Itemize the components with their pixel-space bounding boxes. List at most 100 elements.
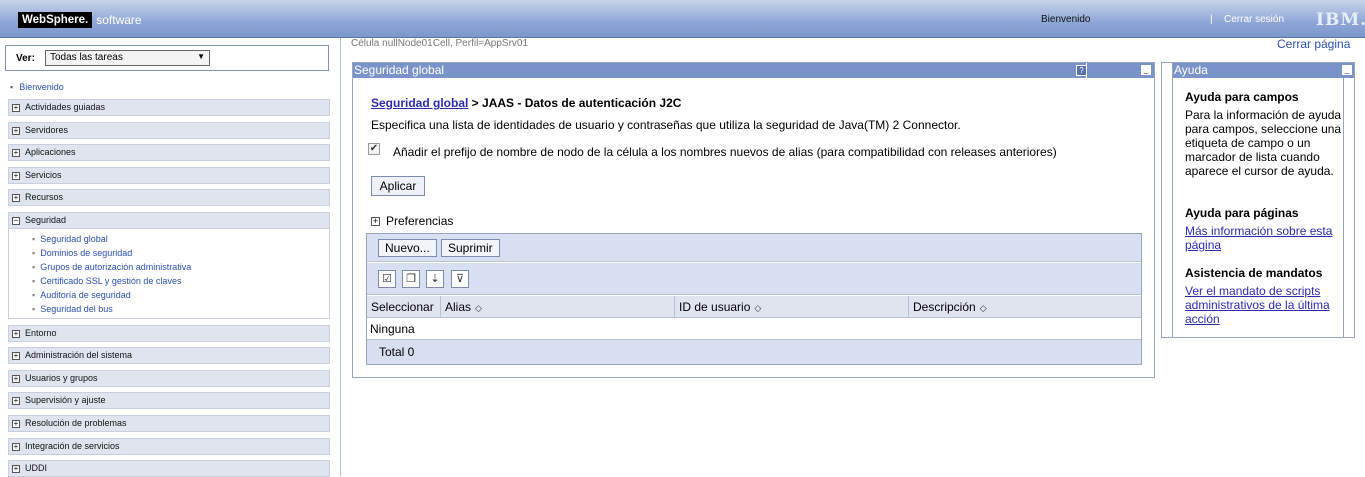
sort-icon[interactable]: ◇ xyxy=(980,303,987,313)
field-help-title: Ayuda para campos xyxy=(1185,90,1299,104)
delete-button[interactable]: Suprimir xyxy=(441,239,500,257)
nav-item-supervision[interactable]: + Supervisión y ajuste xyxy=(8,392,330,409)
command-assist-link[interactable]: Ver el mandato de scripts administrativo… xyxy=(1185,284,1353,326)
sort-icon[interactable]: ◇ xyxy=(754,303,761,313)
expand-icon: + xyxy=(12,442,20,451)
nav-item-aplicaciones[interactable]: + Aplicaciones xyxy=(8,144,330,161)
bullet-icon: ▪ xyxy=(32,234,36,244)
close-page-link[interactable]: Cerrar página xyxy=(1277,37,1350,51)
help-panel: Ayuda _ Ayuda para campos Para la inform… xyxy=(1172,62,1355,338)
expand-icon: + xyxy=(12,419,20,428)
bullet-icon: ▪ xyxy=(32,290,36,300)
panel-minimize-area: _ xyxy=(1086,63,1154,78)
sub-item-certificado-ssl[interactable]: ▪ Certificado SSL y gestión de claves xyxy=(32,276,191,290)
nav-item-actividades-guiadas[interactable]: + Actividades guiadas xyxy=(8,99,330,116)
expand-icon: + xyxy=(12,329,20,338)
logo-sub: software xyxy=(96,13,142,27)
bullet-icon: ▪ xyxy=(32,262,36,272)
view-filter: Ver: Todas las tareas ▼ xyxy=(5,45,329,71)
sort-icon[interactable]: ◇ xyxy=(475,303,482,313)
link-separator: | xyxy=(1210,14,1213,25)
nav-item-uddi[interactable]: + UDDI xyxy=(8,460,330,477)
column-description[interactable]: Descripción ◇ xyxy=(909,296,1141,318)
minimize-icon[interactable]: _ xyxy=(1342,65,1352,75)
column-select: Seleccionar xyxy=(367,296,441,318)
bullet-icon: ▪ xyxy=(10,82,14,92)
minimize-icon[interactable]: _ xyxy=(1141,65,1151,75)
page-help-link[interactable]: Más información sobre esta página xyxy=(1185,224,1353,252)
sub-item-seguridad-global[interactable]: ▪ Seguridad global xyxy=(32,234,191,248)
prefix-checkbox[interactable]: ✔ xyxy=(368,143,380,155)
expand-icon: + xyxy=(12,193,20,202)
apply-button[interactable]: Aplicar xyxy=(371,176,425,196)
nav-welcome-label: Bienvenido xyxy=(19,82,64,92)
expand-icon: + xyxy=(12,396,20,405)
nav-item-integracion[interactable]: + Integración de servicios xyxy=(8,438,330,455)
nav-item-label: Actividades guiadas xyxy=(25,102,106,112)
column-user-id[interactable]: ID de usuario ◇ xyxy=(675,296,909,318)
panel-title-bar: Seguridad global ? _ xyxy=(353,63,1154,78)
new-button[interactable]: Nuevo... xyxy=(378,239,437,257)
bullet-icon: ▪ xyxy=(32,304,36,314)
nav-item-label: UDDI xyxy=(25,463,47,473)
view-select[interactable]: Todas las tareas ▼ xyxy=(45,50,210,66)
sub-item-grupos-autorizacion[interactable]: ▪ Grupos de autorización administrativa xyxy=(32,262,191,276)
expand-icon: + xyxy=(12,171,20,180)
show-filter-icon[interactable]: ⇣ xyxy=(426,270,444,288)
nav-item-label: Servidores xyxy=(25,125,69,135)
action-toolbar: Nuevo... Suprimir xyxy=(367,234,1141,262)
nav-item-administracion[interactable]: + Administración del sistema xyxy=(8,347,330,364)
expand-icon: + xyxy=(12,103,20,112)
view-select-value: Todas las tareas xyxy=(50,52,123,63)
nav-item-recursos[interactable]: + Recursos xyxy=(8,189,330,206)
logo-main: WebSphere. xyxy=(18,12,93,28)
nav-item-label: Servicios xyxy=(25,170,62,180)
command-assist-title: Asistencia de mandatos xyxy=(1185,266,1323,280)
preferences-label[interactable]: Preferencias xyxy=(386,214,453,228)
sub-item-seguridad-bus[interactable]: ▪ Seguridad del bus xyxy=(32,304,191,318)
nav-welcome-link[interactable]: ▪ Bienvenido xyxy=(10,82,64,92)
table-tools: ☑ ❐ ⇣ ⊽ xyxy=(367,263,1141,295)
ibm-logo: IBM. xyxy=(1316,10,1365,30)
nav-item-label: Usuarios y grupos xyxy=(25,373,98,383)
expand-icon: + xyxy=(12,464,20,473)
column-label: ID de usuario xyxy=(679,300,751,314)
sub-item-label: Auditoría de seguridad xyxy=(40,290,131,300)
deselect-all-icon[interactable]: ❐ xyxy=(402,270,420,288)
sub-item-label: Dominios de seguridad xyxy=(40,248,133,258)
nav-item-label: Recursos xyxy=(25,192,64,202)
panel-title: Seguridad global xyxy=(354,63,445,77)
table-header: Seleccionar Alias ◇ ID de usuario ◇ Descri… xyxy=(367,296,1141,318)
breadcrumb-link[interactable]: Seguridad global xyxy=(371,96,468,110)
cell-profile-info: Célula nullNode01Cell, Perfil=AppSrv01 xyxy=(351,38,529,49)
sub-item-label: Seguridad del bus xyxy=(40,304,113,314)
preferences-expand-icon[interactable]: + xyxy=(371,217,380,226)
nav-item-label: Seguridad xyxy=(25,215,67,225)
nav-item-label: Aplicaciones xyxy=(25,147,76,157)
view-label: Ver: xyxy=(16,53,35,64)
nav-item-resolucion[interactable]: + Resolución de problemas xyxy=(8,415,330,432)
expand-icon: + xyxy=(12,374,20,383)
sub-item-dominios[interactable]: ▪ Dominios de seguridad xyxy=(32,248,191,262)
sub-item-auditoria[interactable]: ▪ Auditoría de seguridad xyxy=(32,290,191,304)
column-alias[interactable]: Alias ◇ xyxy=(441,296,675,318)
nav-item-seguridad[interactable]: − Seguridad xyxy=(8,212,330,229)
nav-item-servidores[interactable]: + Servidores xyxy=(8,122,330,139)
nav-item-servicios[interactable]: + Servicios xyxy=(8,167,330,184)
auth-data-collection: Nuevo... Suprimir ☑ ❐ ⇣ ⊽ Seleccionar Al… xyxy=(366,233,1142,365)
empty-table-row: Ninguna xyxy=(367,318,1141,340)
check-mark-icon: ✔ xyxy=(369,143,379,154)
sub-item-label: Grupos de autorización administrativa xyxy=(40,262,192,272)
top-banner: WebSphere. software Bienvenido Ayuda | C… xyxy=(0,0,1365,338)
breadcrumb: Seguridad global > JAAS - Datos de auten… xyxy=(371,96,681,110)
help-panel-title: Ayuda xyxy=(1174,63,1208,77)
nav-item-entorno[interactable]: + Entorno xyxy=(8,325,330,342)
field-help-text: Para la información de ayuda para campos… xyxy=(1185,108,1342,178)
select-all-icon[interactable]: ☑ xyxy=(378,270,396,288)
logout-link[interactable]: Cerrar sesión xyxy=(1224,14,1284,25)
sub-item-label: Certificado SSL y gestión de claves xyxy=(40,276,182,286)
prefix-checkbox-label: Añadir el prefijo de nombre de nodo de l… xyxy=(393,145,1057,159)
clear-filter-icon[interactable]: ⊽ xyxy=(451,270,469,288)
nav-item-usuarios-grupos[interactable]: + Usuarios y grupos xyxy=(8,370,330,387)
expand-icon: + xyxy=(12,351,20,360)
